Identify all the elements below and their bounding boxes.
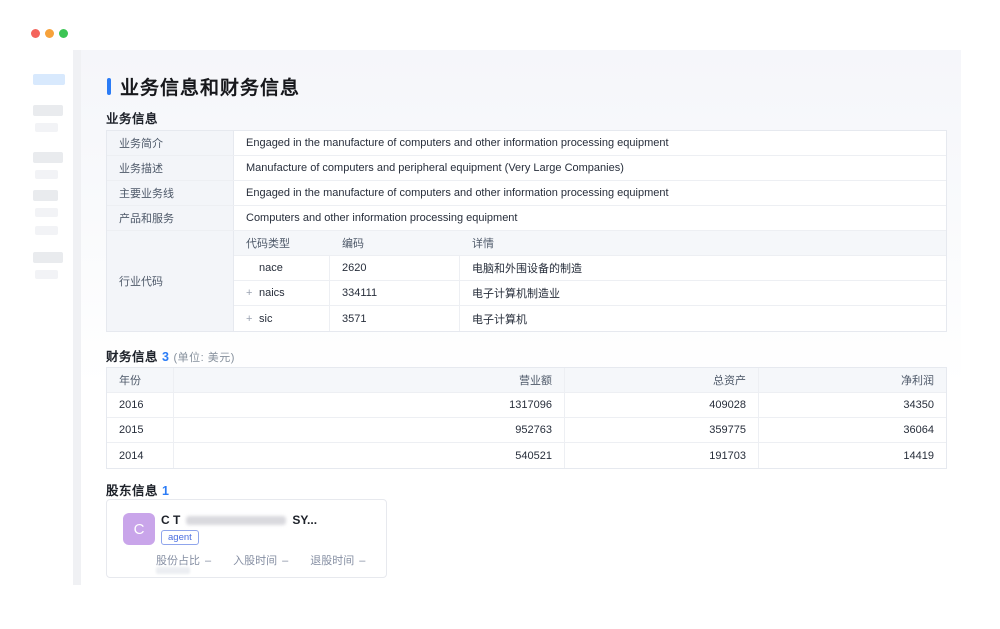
assets-cell: 409028	[564, 393, 758, 417]
stat-share-ratio: 股份占比–	[156, 552, 211, 568]
sidebar-item[interactable]	[35, 226, 58, 235]
industry-codes-header: 代码类型 编码 详情	[234, 231, 946, 256]
table-row: 产品和服务 Computers and other information pr…	[107, 206, 946, 231]
page-header: 业务信息和财务信息	[107, 73, 300, 100]
column-header: 净利润	[758, 368, 946, 392]
assets-cell: 359775	[564, 418, 758, 442]
code-detail: 电子计算机制造业	[459, 281, 946, 305]
row-label: 行业代码	[107, 231, 233, 331]
financial-unit-note: (单位: 美元)	[173, 352, 234, 364]
column-header: 总资产	[564, 368, 758, 392]
close-window-button[interactable]	[31, 29, 40, 38]
table-row: 业务描述 Manufacture of computers and periph…	[107, 156, 946, 181]
financial-section-title: 财务信息3(单位: 美元)	[106, 346, 235, 365]
shareholder-stats: 股份占比– 入股时间– 退股时间–	[156, 552, 365, 568]
row-label: 业务描述	[107, 156, 233, 180]
column-header: 营业额	[173, 368, 564, 392]
row-value: Manufacture of computers and peripheral …	[233, 156, 946, 180]
sidebar-item-active[interactable]	[33, 74, 65, 85]
financial-table: 年份 营业额 总资产 净利润 2016 1317096 409028 34350…	[106, 367, 947, 469]
redacted-text-blur	[156, 567, 190, 574]
table-row: 业务简介 Engaged in the manufacture of compu…	[107, 131, 946, 156]
row-value: Computers and other information processi…	[233, 206, 946, 230]
shareholder-count-badge: 1	[162, 484, 169, 498]
sidebar-item[interactable]	[33, 252, 63, 263]
revenue-cell: 540521	[173, 443, 564, 468]
year-cell: 2014	[107, 443, 173, 468]
table-row: 2014 540521 191703 14419	[107, 443, 946, 468]
table-row: + nace 2620 电脑和外围设备的制造	[234, 256, 946, 281]
minimize-window-button[interactable]	[45, 29, 54, 38]
business-info-table: 业务简介 Engaged in the manufacture of compu…	[106, 130, 947, 332]
stat-exit-time: 退股时间–	[310, 552, 365, 568]
code-value: 334111	[329, 281, 459, 305]
code-type: sic	[259, 313, 272, 325]
year-cell: 2016	[107, 393, 173, 417]
revenue-cell: 952763	[173, 418, 564, 442]
title-accent-bar	[107, 78, 111, 95]
column-header: 详情	[459, 231, 946, 255]
industry-codes-row: 行业代码 代码类型 编码 详情 + nace 2620 电脑和外围设备的制造 +…	[107, 231, 946, 331]
expand-icon[interactable]: +	[246, 313, 259, 325]
panel-divider	[73, 50, 81, 585]
table-row: 2015 952763 359775 36064	[107, 418, 946, 443]
sidebar-item[interactable]	[35, 170, 58, 179]
table-row: 2016 1317096 409028 34350	[107, 393, 946, 418]
agent-tag: agent	[161, 530, 199, 545]
avatar: C	[123, 513, 155, 545]
maximize-window-button[interactable]	[59, 29, 68, 38]
table-row: + naics 334111 电子计算机制造业	[234, 281, 946, 306]
year-cell: 2015	[107, 418, 173, 442]
code-detail: 电脑和外围设备的制造	[459, 256, 946, 280]
sidebar-item[interactable]	[35, 123, 58, 132]
shareholder-section-title: 股东信息1	[106, 480, 169, 499]
industry-codes-table: 代码类型 编码 详情 + nace 2620 电脑和外围设备的制造 + naic…	[233, 231, 946, 331]
sidebar-item[interactable]	[33, 190, 58, 201]
financial-count-badge: 3	[162, 350, 169, 364]
financial-table-header: 年份 营业额 总资产 净利润	[107, 368, 946, 393]
assets-cell: 191703	[564, 443, 758, 468]
row-value: Engaged in the manufacture of computers …	[233, 131, 946, 155]
column-header: 代码类型	[234, 231, 329, 255]
redacted-name-blur	[186, 516, 286, 525]
revenue-cell: 1317096	[173, 393, 564, 417]
table-row: + sic 3571 电子计算机	[234, 306, 946, 331]
stat-entry-time: 入股时间–	[233, 552, 288, 568]
shareholder-card[interactable]: C C T SY... agent 股份占比– 入股时间– 退股时间–	[106, 499, 387, 578]
shareholder-name: C T SY...	[161, 513, 317, 527]
row-label: 主要业务线	[107, 181, 233, 205]
row-label: 产品和服务	[107, 206, 233, 230]
code-detail: 电子计算机	[459, 306, 946, 331]
profit-cell: 34350	[758, 393, 946, 417]
sidebar-item[interactable]	[35, 270, 58, 279]
code-value: 2620	[329, 256, 459, 280]
business-section-title: 业务信息	[106, 108, 158, 127]
code-type: nace	[259, 262, 283, 274]
column-header: 年份	[107, 368, 173, 392]
profit-cell: 36064	[758, 418, 946, 442]
sidebar-item[interactable]	[35, 208, 58, 217]
row-value: Engaged in the manufacture of computers …	[233, 181, 946, 205]
page-title: 业务信息和财务信息	[120, 73, 300, 100]
row-label: 业务简介	[107, 131, 233, 155]
code-type: naics	[259, 287, 285, 299]
profit-cell: 14419	[758, 443, 946, 468]
table-row: 主要业务线 Engaged in the manufacture of comp…	[107, 181, 946, 206]
expand-icon[interactable]: +	[246, 287, 259, 299]
code-value: 3571	[329, 306, 459, 331]
column-header: 编码	[329, 231, 459, 255]
sidebar-item[interactable]	[33, 152, 63, 163]
sidebar-item[interactable]	[33, 105, 63, 116]
